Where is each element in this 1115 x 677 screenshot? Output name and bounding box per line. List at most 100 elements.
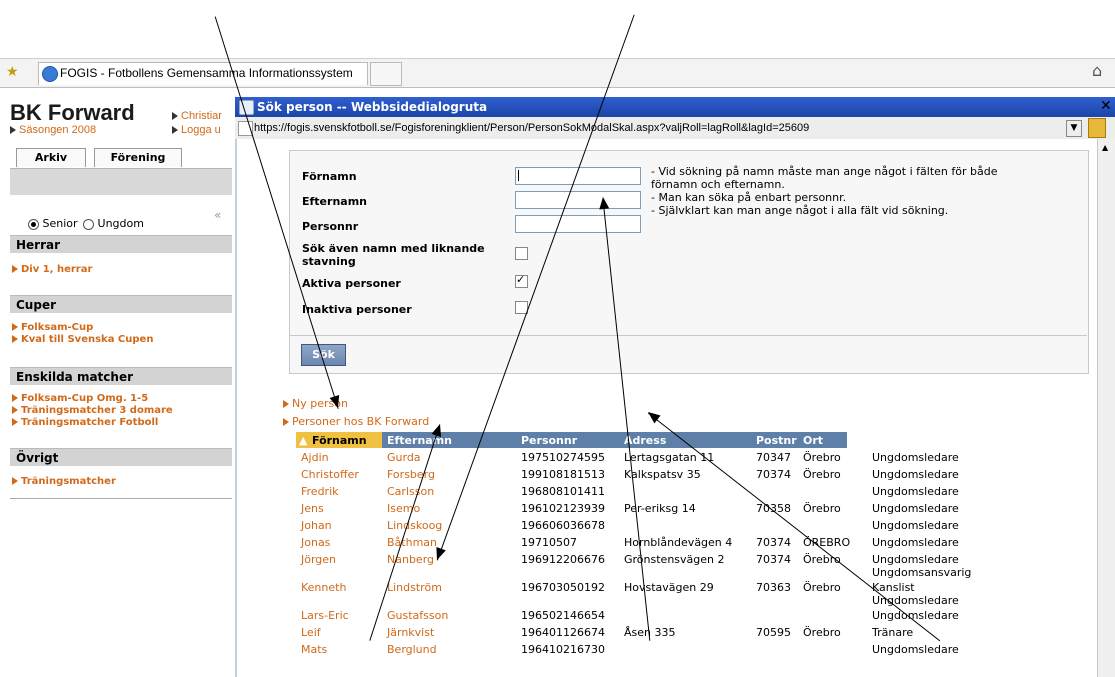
col-header-ort[interactable]: Ort xyxy=(803,434,823,447)
logout-text: Logga u xyxy=(181,124,221,136)
cell-postnr: 70374 xyxy=(756,536,791,549)
cell-roll: Ungdomsledare xyxy=(872,502,959,515)
col-header-roll[interactable]: Roll xyxy=(872,434,896,447)
cell-efternamn[interactable]: Lindskoog xyxy=(387,519,442,532)
col-header-efternamn[interactable]: Efternamn xyxy=(387,434,452,447)
cell-roll: Ungdomsledare Ungdomsansvarig xyxy=(872,553,972,579)
radio-senior[interactable] xyxy=(28,218,39,230)
menu-item-label: Kval till Svenska Cupen xyxy=(21,334,154,345)
cell-efternamn[interactable]: Gustafsson xyxy=(387,609,448,622)
browser-tab-title: FOGIS - Fotbollens Gemensamma Informatio… xyxy=(60,66,353,80)
menu-item-kval[interactable]: Kval till Svenska Cupen xyxy=(12,334,153,345)
radio-ungdom-label: Ungdom xyxy=(97,217,144,230)
cell-roll: Ungdomsledare xyxy=(872,451,959,464)
left-panel-border xyxy=(10,498,232,499)
cell-fornamn[interactable]: Kenneth xyxy=(301,581,346,594)
cell-efternamn[interactable]: Berglund xyxy=(387,643,437,656)
cell-personnr: 197510274595 xyxy=(521,451,605,464)
cell-personnr: 199108181513 xyxy=(521,468,605,481)
text-cursor xyxy=(518,170,519,181)
cell-fornamn[interactable]: Lars-Eric xyxy=(301,609,349,622)
efternamn-label: Efternamn xyxy=(302,195,367,208)
col-header-adress[interactable]: Adress xyxy=(624,434,666,447)
triangle-icon xyxy=(172,126,178,135)
cell-fornamn[interactable]: Ajdin xyxy=(301,451,329,464)
cell-efternamn[interactable]: Järnkvist xyxy=(387,626,434,639)
col-header-fornamn[interactable]: Förnamn xyxy=(312,434,367,447)
cell-ort: Örebro xyxy=(803,468,841,481)
cell-postnr: 70374 xyxy=(756,468,791,481)
cell-efternamn[interactable]: Båthman xyxy=(387,536,437,549)
sort-up-icon: ▲ xyxy=(299,434,308,447)
cell-efternamn[interactable]: Forsberg xyxy=(387,468,435,481)
menu-item-folksam-cup[interactable]: Folksam-Cup xyxy=(12,322,93,333)
cell-efternamn[interactable]: Gurda xyxy=(387,451,421,464)
menu-item-label: Folksam-Cup xyxy=(21,322,94,333)
tab-forening[interactable]: Förening xyxy=(94,148,182,167)
dialog-titlebar[interactable]: Sök person -- Webbsidedialogruta xyxy=(235,97,1115,117)
cell-fornamn[interactable]: Jens xyxy=(301,502,324,515)
cell-roll: Ungdomsledare xyxy=(872,536,959,549)
sub-nav-bar xyxy=(10,168,232,195)
menu-item-label: Träningsmatcher xyxy=(21,476,116,487)
cell-adress: Hovstavägen 29 xyxy=(624,581,714,594)
cell-postnr: 70374 xyxy=(756,553,791,566)
col-header-postnr[interactable]: Postnr xyxy=(756,434,797,447)
logout-link[interactable]: Logga u xyxy=(172,124,221,136)
url-dropdown-icon[interactable]: ▼ xyxy=(1066,120,1082,137)
club-persons-link[interactable]: Personer hos BK Forward xyxy=(283,415,429,428)
season-link[interactable]: Säsongen 2008 xyxy=(10,124,96,136)
ie-page-icon xyxy=(42,66,58,82)
section-herrar: Herrar xyxy=(10,235,232,253)
cell-fornamn[interactable]: Christoffer xyxy=(301,468,359,481)
cell-fornamn[interactable]: Leif xyxy=(301,626,321,639)
new-tab-button[interactable] xyxy=(370,62,402,86)
cell-efternamn[interactable]: Lindström xyxy=(387,581,442,594)
cell-personnr: 196912206676 xyxy=(521,553,605,566)
efternamn-input[interactable] xyxy=(515,191,641,209)
cell-efternamn[interactable]: Carlsson xyxy=(387,485,434,498)
menu-item-label: Folksam-Cup Omg. 1-5 xyxy=(21,393,149,404)
personnr-label: Personnr xyxy=(302,220,359,233)
cell-fornamn[interactable]: Johan xyxy=(301,519,332,532)
section-cuper: Cuper xyxy=(10,295,232,313)
personnr-input[interactable] xyxy=(515,215,641,233)
menu-item-traning-fotboll[interactable]: Träningsmatcher Fotboll xyxy=(12,417,158,428)
cell-fornamn[interactable]: Mats xyxy=(301,643,327,656)
radio-ungdom[interactable] xyxy=(83,218,95,230)
menu-item-div1[interactable]: Div 1, herrar xyxy=(12,264,92,275)
triangle-icon xyxy=(12,394,18,402)
cell-postnr: 70347 xyxy=(756,451,791,464)
menu-item-folksam-omg[interactable]: Folksam-Cup Omg. 1-5 xyxy=(12,393,148,404)
home-icon[interactable]: ⌂ xyxy=(1092,61,1102,80)
lock-icon[interactable] xyxy=(1088,118,1106,138)
cell-fornamn[interactable]: Jörgen xyxy=(301,553,336,566)
collapse-icon[interactable]: « xyxy=(214,208,221,222)
user-link[interactable]: Christiar xyxy=(172,110,222,122)
cell-fornamn[interactable]: Fredrik xyxy=(301,485,339,498)
cell-efternamn[interactable]: Isemo xyxy=(387,502,420,515)
cell-personnr: 196808101411 xyxy=(521,485,605,498)
close-icon[interactable]: ✕ xyxy=(1100,98,1112,114)
aktiva-checkbox[interactable]: ✓ xyxy=(515,273,528,288)
cell-personnr: 196102123939 xyxy=(521,502,605,515)
form-divider xyxy=(290,335,1087,336)
main-tabs: Arkiv Förening xyxy=(10,148,232,168)
triangle-icon xyxy=(12,477,18,485)
cell-roll: Kanslist Ungdomsledare xyxy=(872,581,959,607)
vertical-scrollbar[interactable]: ▲ xyxy=(1097,139,1115,677)
triangle-icon xyxy=(283,400,289,408)
menu-item-label: Träningsmatcher 3 domare xyxy=(21,405,173,416)
tab-arkiv[interactable]: Arkiv xyxy=(16,148,86,167)
cell-adress: Kalkspatsv 35 xyxy=(624,468,701,481)
help-line: förnamn och efternamn. xyxy=(651,178,785,191)
menu-item-traningsmatcher[interactable]: Träningsmatcher xyxy=(12,476,116,487)
col-header-personnr[interactable]: Personnr xyxy=(521,434,577,447)
cell-fornamn[interactable]: Jonas xyxy=(301,536,330,549)
cell-roll: Tränare xyxy=(872,626,914,639)
menu-item-traning-3[interactable]: Träningsmatcher 3 domare xyxy=(12,405,173,416)
favorites-star-icon[interactable]: ★ xyxy=(6,64,19,80)
fornamn-label: Förnamn xyxy=(302,170,357,183)
help-line: - Självklart kan man ange något i alla f… xyxy=(651,204,949,217)
liknande-checkbox[interactable] xyxy=(515,247,528,260)
